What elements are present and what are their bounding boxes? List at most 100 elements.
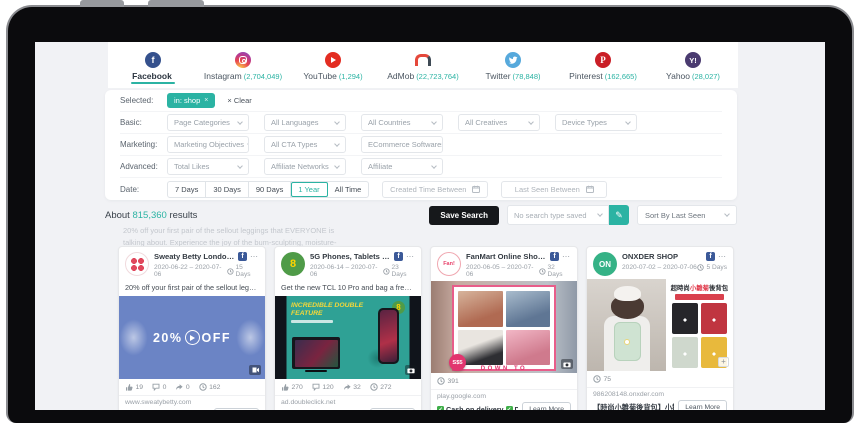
date-all-time[interactable]: All Time bbox=[328, 182, 369, 197]
cta-button[interactable]: Shop Now bbox=[214, 408, 259, 410]
ad-creative-image[interactable]: 超時尚小雛菊後背包 + bbox=[587, 279, 733, 371]
tab-label: Yahoo bbox=[666, 71, 690, 81]
selected-label: Selected: bbox=[120, 96, 167, 105]
saved-search-select[interactable]: No search type saved bbox=[507, 205, 609, 225]
play-icon[interactable] bbox=[185, 330, 200, 345]
date-range: 2020-06-05 – 2020-07-06 bbox=[466, 264, 539, 278]
device-button bbox=[148, 0, 204, 7]
clock-icon bbox=[593, 375, 601, 383]
filter-row-advanced: Advanced: Total Likes Affiliate Networks… bbox=[120, 156, 722, 178]
date-7-days[interactable]: 7 Days bbox=[168, 182, 206, 197]
ad-creative-image[interactable]: S$5 DOWN TO bbox=[431, 281, 577, 373]
ad-domain[interactable]: ad.doubleclick.net bbox=[275, 396, 421, 406]
marketing-objectives-select[interactable]: Marketing Objectives bbox=[167, 136, 249, 153]
ad-creative-video[interactable]: 20%OFF bbox=[119, 296, 265, 379]
page-name[interactable]: ONXDER SHOP bbox=[622, 252, 703, 261]
more-menu-icon[interactable]: ⋯ bbox=[718, 255, 727, 259]
facebook-icon: f bbox=[394, 252, 403, 261]
total-likes-select[interactable]: Total Likes bbox=[167, 158, 249, 175]
affiliate-select[interactable]: Affiliate bbox=[361, 158, 443, 175]
clock-icon bbox=[370, 383, 378, 391]
tab-pinterest[interactable]: P Pinterest(162,665) bbox=[558, 42, 648, 88]
countries-select[interactable]: All Countries bbox=[361, 114, 443, 131]
device-button bbox=[80, 0, 124, 7]
chevron-down-icon bbox=[334, 163, 340, 169]
tag-text: in: shop bbox=[174, 96, 200, 105]
tab-yahoo[interactable]: Y! Yahoo(28,027) bbox=[648, 42, 738, 88]
tab-youtube[interactable]: YouTube(1,294) bbox=[288, 42, 378, 88]
creative-title: 超時尚小雛菊後背包 bbox=[670, 283, 729, 292]
created-time-placeholder: Created Time Between bbox=[390, 185, 466, 194]
save-search-button[interactable]: Save Search bbox=[429, 206, 499, 225]
ad-card-ee-5g[interactable]: 8 5G Phones, Tablets & SIMs | ... f ⋯ 20… bbox=[274, 246, 422, 410]
ad-domain[interactable]: play.google.com bbox=[431, 390, 577, 400]
cta-button[interactable]: Shop Now bbox=[370, 408, 415, 410]
ad-domain[interactable]: 986208148.onxder.com bbox=[587, 388, 733, 398]
check-icon bbox=[437, 406, 444, 410]
clear-filters-link[interactable]: × Clear bbox=[227, 96, 251, 105]
expand-icon[interactable]: + bbox=[718, 357, 729, 367]
ad-card-fanmart[interactable]: Fan! FanMart Online Shopping - F... f ⋯ … bbox=[430, 246, 578, 410]
time-count: 391 bbox=[448, 378, 459, 385]
tab-facebook[interactable]: f Facebook bbox=[108, 42, 198, 88]
date-30-days[interactable]: 30 Days bbox=[206, 182, 249, 197]
ad-creative-image[interactable]: INCREDIBLE DOUBLEFEATURE 8 bbox=[275, 296, 421, 379]
more-menu-icon[interactable]: ⋯ bbox=[406, 255, 415, 259]
last-seen-placeholder: Last Seen Between bbox=[515, 185, 580, 194]
created-time-input[interactable]: Created Time Between bbox=[382, 181, 488, 198]
edit-saved-search-button[interactable]: ✎ bbox=[609, 205, 629, 225]
results-bar: About 815,360 results Save Search No sea… bbox=[105, 205, 737, 225]
selected-filter-tag[interactable]: in: shop × bbox=[167, 93, 215, 108]
tab-instagram[interactable]: Instagram(2,704,049) bbox=[198, 42, 288, 88]
ad-card-sweaty-betty[interactable]: Sweaty Betty London | Wom... f ⋯ 2020-06… bbox=[118, 246, 266, 410]
basic-label: Basic: bbox=[120, 118, 167, 127]
creatives-select[interactable]: All Creatives bbox=[458, 114, 540, 131]
affiliate-networks-select[interactable]: Affiliate Networks bbox=[264, 158, 346, 175]
filter-row-marketing: Marketing: Marketing Objectives All CTA … bbox=[120, 134, 722, 156]
chevron-down-icon bbox=[431, 163, 437, 169]
time-count: 162 bbox=[209, 384, 220, 391]
red-banner bbox=[675, 294, 724, 300]
sort-select[interactable]: Sort By Last Seen bbox=[637, 205, 737, 225]
ad-domain[interactable]: www.sweatybetty.com bbox=[119, 396, 265, 406]
facebook-icon: f bbox=[706, 252, 715, 261]
date-range-segment: 7 Days 30 Days 90 Days 1 Year All Time bbox=[167, 181, 369, 198]
tag-close-icon[interactable]: × bbox=[204, 97, 208, 104]
chevron-down-icon bbox=[237, 119, 243, 125]
share-count: 32 bbox=[353, 384, 361, 391]
languages-select[interactable]: All Languages bbox=[264, 114, 346, 131]
facebook-icon: f bbox=[550, 252, 559, 261]
date-1-year[interactable]: 1 Year bbox=[291, 182, 327, 197]
page-categories-select[interactable]: Page Categories bbox=[167, 114, 249, 131]
device-types-select[interactable]: Device Types bbox=[555, 114, 637, 131]
more-menu-icon[interactable]: ⋯ bbox=[250, 255, 259, 259]
page-name[interactable]: 5G Phones, Tablets & SIMs | ... bbox=[310, 252, 391, 261]
date-90-days[interactable]: 90 Days bbox=[249, 182, 292, 197]
ad-card-onxder[interactable]: ON ONXDER SHOP f ⋯ 2020-07-02 – 2020-07-… bbox=[586, 246, 734, 410]
chevron-down-icon bbox=[237, 163, 243, 169]
last-seen-input[interactable]: Last Seen Between bbox=[501, 181, 607, 198]
cta-button[interactable]: Learn More bbox=[522, 402, 571, 410]
more-menu-icon[interactable]: ⋯ bbox=[562, 255, 571, 259]
avatar bbox=[125, 252, 149, 276]
page-name[interactable]: FanMart Online Shopping - F... bbox=[466, 252, 547, 261]
days-active: 23 Days bbox=[392, 264, 415, 278]
admob-icon bbox=[415, 52, 431, 68]
check-icon bbox=[506, 406, 513, 410]
tab-count: (28,027) bbox=[692, 72, 720, 81]
shoe-collage bbox=[452, 285, 556, 371]
tab-twitter[interactable]: Twitter(78,848) bbox=[468, 42, 558, 88]
ecommerce-softwares-select[interactable]: ECommerce Softwares bbox=[361, 136, 443, 153]
like-count: 19 bbox=[136, 384, 144, 391]
phone-graphic bbox=[378, 308, 399, 364]
tv-graphic bbox=[292, 337, 340, 369]
date-range: 2020-06-14 – 2020-07-06 bbox=[310, 264, 383, 278]
cta-button[interactable]: Learn More bbox=[678, 400, 727, 410]
ad-text: Get the new TCL 10 Pro and bag a free TC… bbox=[275, 281, 421, 296]
instagram-icon bbox=[235, 52, 251, 68]
page-name[interactable]: Sweaty Betty London | Wom... bbox=[154, 252, 235, 261]
tab-admob[interactable]: AdMob(22,723,764) bbox=[378, 42, 468, 88]
avatar: ON bbox=[593, 252, 617, 276]
stats-row: 19 0 0 162 bbox=[119, 379, 265, 396]
cta-types-select[interactable]: All CTA Types bbox=[264, 136, 346, 153]
